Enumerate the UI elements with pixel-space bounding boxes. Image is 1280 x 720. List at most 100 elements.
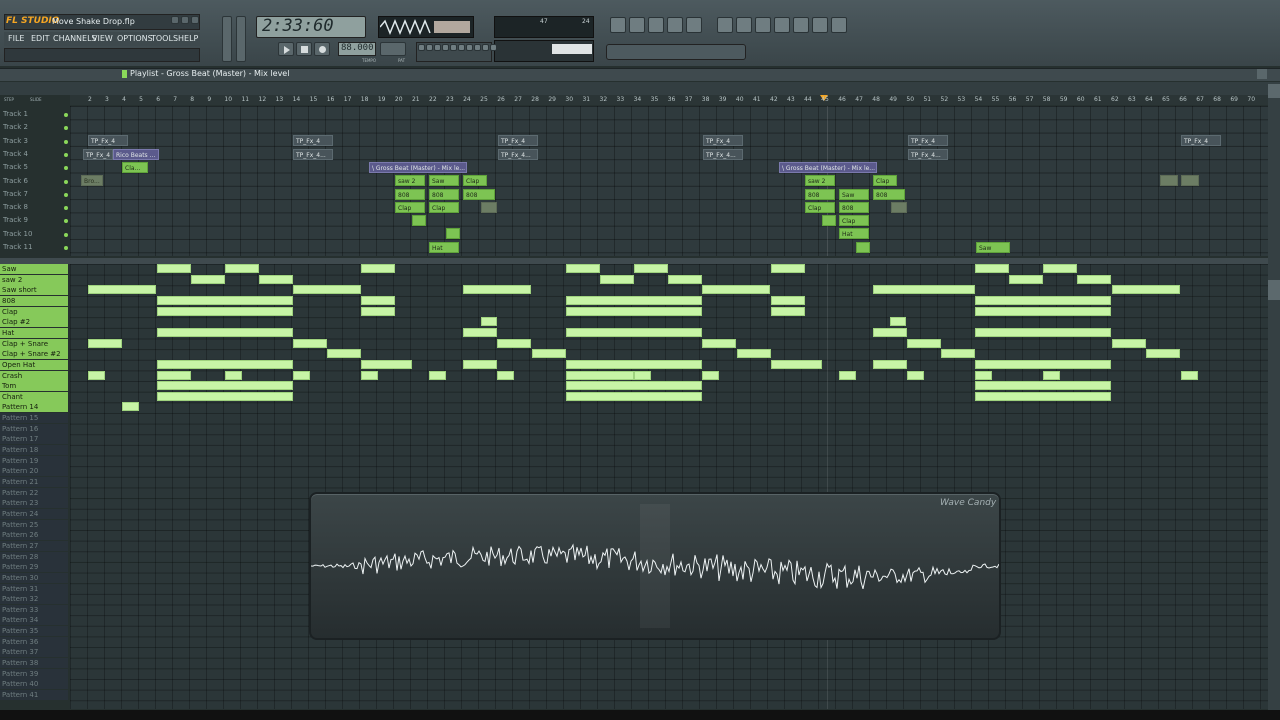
- toolbar-shortcut-icon[interactable]: [755, 17, 771, 33]
- pattern-list-item[interactable]: Clap + Snare: [0, 338, 68, 349]
- pattern-block[interactable]: [975, 264, 1009, 273]
- track-mute-led[interactable]: [64, 246, 68, 250]
- track-mute-led[interactable]: [64, 179, 68, 184]
- pattern-list-item[interactable]: Pattern 35: [0, 626, 68, 637]
- playlist-clip[interactable]: Saw: [976, 241, 1010, 253]
- pattern-block[interactable]: [1009, 274, 1043, 284]
- track-mute-led[interactable]: [64, 126, 68, 131]
- record-option-icon[interactable]: [482, 44, 489, 51]
- pattern-block[interactable]: [327, 349, 361, 359]
- track-mute-led[interactable]: [64, 219, 68, 224]
- track-mute-led[interactable]: [64, 206, 68, 211]
- pattern-block[interactable]: [191, 274, 225, 284]
- pattern-list-item[interactable]: Pattern 26: [0, 530, 68, 541]
- pattern-block[interactable]: [702, 338, 736, 348]
- playlist-clip[interactable]: 808: [839, 201, 869, 213]
- pattern-block[interactable]: [225, 264, 259, 273]
- pattern-list-item[interactable]: Pattern 32: [0, 594, 68, 605]
- record-option-icon[interactable]: [474, 44, 481, 51]
- tempo-display[interactable]: 88.000: [338, 42, 376, 56]
- playlist-clip[interactable]: [856, 241, 870, 253]
- track-header-label[interactable]: Track 11: [3, 243, 32, 251]
- playlist-clip[interactable]: TP_Fx_4: [293, 135, 333, 147]
- pattern-list-item[interactable]: Saw short: [0, 285, 68, 296]
- pattern-block[interactable]: [157, 327, 293, 337]
- pattern-block[interactable]: [1181, 370, 1198, 380]
- pattern-block[interactable]: [88, 285, 156, 295]
- pattern-block[interactable]: [566, 391, 702, 401]
- pattern-block[interactable]: [975, 295, 1111, 305]
- playlist-clip[interactable]: TP_Fx_4: [498, 135, 538, 147]
- menu-item-help[interactable]: HELP: [178, 34, 198, 43]
- playlist-close-button[interactable]: [1257, 69, 1267, 79]
- pattern-list-item[interactable]: Pattern 20: [0, 466, 68, 477]
- pattern-block[interactable]: [771, 306, 805, 316]
- track-header-label[interactable]: Track 5: [3, 163, 28, 171]
- track-mute-led[interactable]: [64, 139, 68, 144]
- stop-button[interactable]: [296, 42, 312, 56]
- toolbar-shortcut-icon[interactable]: [774, 17, 790, 33]
- playlist-clip[interactable]: TP_Fx_4...: [293, 148, 333, 160]
- close-button[interactable]: [191, 16, 199, 24]
- pattern-block[interactable]: [771, 264, 805, 273]
- pattern-block[interactable]: [975, 370, 992, 380]
- track-mute-led[interactable]: [64, 113, 68, 117]
- playlist-tools[interactable]: [4, 70, 114, 79]
- pattern-list-item[interactable]: Crash: [0, 370, 68, 381]
- pattern-block[interactable]: [1112, 285, 1180, 295]
- pattern-block[interactable]: [157, 391, 293, 401]
- pattern-block[interactable]: [1146, 349, 1180, 359]
- track-header-label[interactable]: Track 8: [3, 203, 28, 211]
- pattern-block[interactable]: [463, 327, 497, 337]
- pattern-block[interactable]: [771, 295, 805, 305]
- toolbar-shortcut-icon[interactable]: [629, 17, 645, 33]
- pattern-block[interactable]: [873, 327, 907, 337]
- pattern-list-item[interactable]: Pattern 41: [0, 690, 68, 700]
- pattern-block[interactable]: [361, 359, 412, 369]
- playlist-clip[interactable]: Clap: [429, 201, 459, 213]
- pattern-block[interactable]: [1043, 264, 1077, 273]
- pattern-list-item[interactable]: Pattern 33: [0, 604, 68, 615]
- pattern-list-item[interactable]: Pattern 30: [0, 572, 68, 583]
- pattern-block[interactable]: [702, 370, 719, 380]
- pattern-list-item[interactable]: Pattern 17: [0, 434, 68, 445]
- track-mute-led[interactable]: [64, 152, 68, 157]
- pattern-block[interactable]: [157, 306, 293, 316]
- toolbar-shortcut-icon[interactable]: [667, 17, 683, 33]
- pattern-block[interactable]: [1112, 338, 1146, 348]
- playlist-clip[interactable]: Hat: [429, 241, 459, 253]
- pattern-block[interactable]: [361, 264, 395, 273]
- pattern-block[interactable]: [361, 306, 395, 316]
- record-option-icon[interactable]: [442, 44, 449, 51]
- playlist-clip[interactable]: Clap: [395, 201, 425, 213]
- playlist-clip[interactable]: 808: [805, 188, 835, 200]
- toolbar-shortcut-icon[interactable]: [686, 17, 702, 33]
- playlist-clip[interactable]: TP_Fx_4: [88, 135, 128, 147]
- pattern-block[interactable]: [293, 338, 327, 348]
- pattern-block[interactable]: [88, 370, 105, 380]
- playlist-clip[interactable]: Cla...: [122, 161, 148, 173]
- pattern-block[interactable]: [463, 359, 497, 369]
- record-option-icon[interactable]: [458, 44, 465, 51]
- pattern-block[interactable]: [566, 306, 702, 316]
- record-option-icon[interactable]: [418, 44, 425, 51]
- menu-item-tools[interactable]: TOOLS: [151, 34, 178, 43]
- pattern-block[interactable]: [873, 285, 975, 295]
- track-header-label[interactable]: Track 6: [3, 177, 28, 185]
- pattern-block[interactable]: [873, 359, 907, 369]
- track-header-label[interactable]: Track 1: [3, 110, 28, 118]
- pattern-list-item[interactable]: Pattern 31: [0, 583, 68, 594]
- pattern-list-item[interactable]: Pattern 14: [0, 402, 68, 413]
- toolbar-shortcut-icon[interactable]: [736, 17, 752, 33]
- pattern-block[interactable]: [907, 338, 941, 348]
- playlist-clip[interactable]: \ Gross Beat (Master) - Mix le...: [369, 161, 467, 173]
- track-header-label[interactable]: Track 2: [3, 123, 28, 131]
- pattern-block[interactable]: [771, 359, 822, 369]
- playlist-clip[interactable]: [1160, 175, 1178, 187]
- pattern-block[interactable]: [157, 370, 191, 380]
- pattern-block[interactable]: [122, 402, 139, 412]
- pattern-list-item[interactable]: Saw: [0, 264, 68, 274]
- playlist-clip[interactable]: Saw: [429, 175, 459, 187]
- pattern-list-item[interactable]: Pattern 39: [0, 668, 68, 679]
- playlist-clip[interactable]: Clap: [839, 215, 869, 227]
